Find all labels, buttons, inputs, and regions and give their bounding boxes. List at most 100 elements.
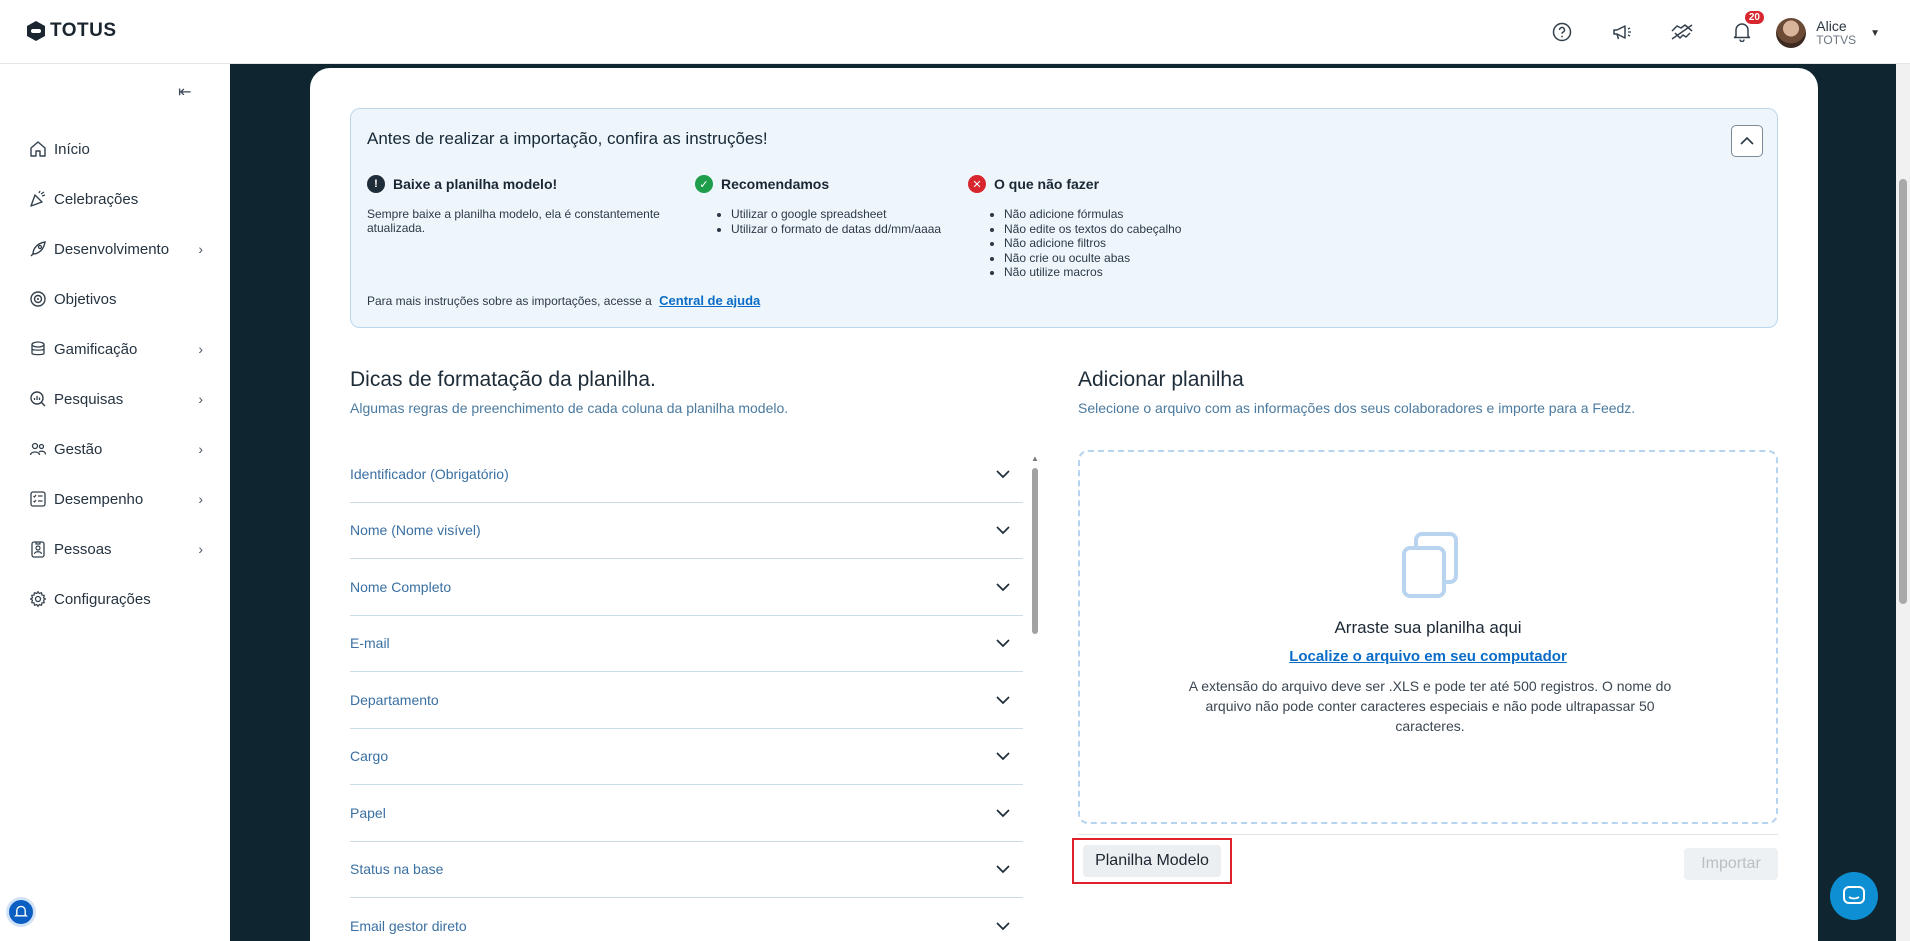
list-item: Não utilize macros [1004, 265, 1181, 280]
accordion-item[interactable]: Identificador (Obrigatório) [350, 446, 1023, 503]
accordion-label: Cargo [350, 748, 389, 765]
col-text: Sempre baixe a planilha modelo, ela é co… [367, 207, 660, 235]
exclamation-icon: ! [367, 175, 385, 193]
accordion-item[interactable]: Departamento [350, 672, 1023, 729]
sidebar-item-desempenho[interactable]: Desempenho › [28, 474, 203, 524]
rocket-icon [28, 239, 48, 259]
badge-icon [28, 539, 48, 559]
accordion-label: Identificador (Obrigatório) [350, 465, 509, 482]
accordion-item[interactable]: Cargo [350, 729, 1023, 785]
list-item: Utilizar o google spreadsheet [731, 207, 941, 222]
target-icon [28, 289, 48, 309]
avatar [1776, 18, 1807, 48]
logo[interactable]: TOTUS [26, 20, 117, 42]
sidebar-item-inicio[interactable]: Início [28, 124, 203, 174]
handshake-icon[interactable] [1670, 20, 1694, 44]
chevron-up-icon [1740, 136, 1754, 145]
accordion-item[interactable]: Status na base [350, 842, 1023, 898]
accordion-label: Nome (Nome visível) [350, 522, 481, 539]
file-dropzone[interactable]: Arraste sua planilha aqui Localize o arq… [1078, 450, 1778, 824]
sidebar: ⇤ Início Celebrações Desenvolvimento › O… [0, 64, 230, 941]
help-icon[interactable] [1550, 20, 1574, 44]
sidebar-item-label: Objetivos [54, 290, 117, 308]
chat-icon [1843, 886, 1865, 904]
gear-icon [28, 589, 48, 609]
sidebar-item-celebracoes[interactable]: Celebrações [28, 174, 203, 224]
upload-title: Adicionar planilha [1078, 368, 1244, 391]
notification-bubble-icon[interactable] [6, 897, 36, 927]
tips-title: Dicas de formatação da planilha. [350, 368, 656, 391]
import-button[interactable]: Importar [1684, 848, 1778, 880]
people-icon [28, 439, 48, 459]
col-title: O que não fazer [994, 176, 1100, 192]
list-item: Não edite os textos do cabeçalho [1004, 222, 1181, 237]
accordion-item[interactable]: E-mail [350, 616, 1023, 672]
collapse-instructions-button[interactable] [1731, 125, 1763, 157]
accordion-scrollbar[interactable]: ▲ [1030, 454, 1040, 941]
accordion-label: E-mail [350, 635, 390, 652]
chevron-right-icon: › [198, 241, 203, 257]
help-center-link[interactable]: Central de ajuda [659, 293, 760, 308]
chevron-down-icon [996, 470, 1010, 478]
import-card: Antes de realizar a importação, confira … [310, 68, 1818, 941]
accordion-label: Departamento [350, 691, 439, 708]
megaphone-icon[interactable] [1610, 20, 1634, 44]
chevron-right-icon: › [198, 341, 203, 357]
sidebar-item-label: Início [54, 140, 90, 158]
accordion-label: Papel [350, 804, 386, 821]
page-scrollbar[interactable] [1896, 64, 1910, 941]
top-header: TOTUS 20 Alice TOTVS ▼ [0, 0, 1910, 64]
sidebar-item-label: Gestão [54, 440, 103, 458]
chevron-right-icon: › [198, 541, 203, 557]
accordion-item[interactable]: Nome Completo [350, 559, 1023, 616]
caret-down-icon: ▼ [1870, 27, 1880, 39]
chevron-right-icon: › [198, 441, 203, 457]
list-item: Não adicione filtros [1004, 236, 1181, 251]
sidebar-item-label: Pesquisas [54, 390, 124, 408]
list-item: Não crie ou oculte abas [1004, 251, 1181, 266]
x-circle-icon: ✕ [968, 175, 986, 193]
sidebar-item-gestao[interactable]: Gestão › [28, 424, 203, 474]
accordion-item[interactable]: Email gestor direto [350, 898, 1023, 941]
chevron-down-icon [996, 865, 1010, 874]
sidebar-item-gamificacao[interactable]: Gamificação › [28, 324, 203, 374]
chevron-down-icon [996, 696, 1010, 704]
chevron-down-icon [996, 526, 1010, 535]
chevron-down-icon [996, 639, 1010, 648]
user-org: TOTVS [1816, 33, 1857, 47]
chat-button[interactable] [1830, 872, 1878, 920]
footer-text: Para mais instruções sobre as importaçõe… [367, 294, 652, 308]
checklist-icon [28, 489, 48, 509]
sidebar-item-label: Pessoas [54, 540, 112, 558]
accordion-label: Status na base [350, 861, 444, 878]
col-title: Recomendamos [721, 176, 830, 192]
sidebar-nav: Início Celebrações Desenvolvimento › Obj… [28, 124, 203, 624]
bell-icon[interactable]: 20 [1730, 11, 1764, 44]
sidebar-item-pesquisas[interactable]: Pesquisas › [28, 374, 203, 424]
instructions-col-dont: ✕ O que não fazer Não adicione fórmulas N… [968, 175, 1181, 280]
user-name: Alice [1816, 18, 1847, 34]
instructions-title: Antes de realizar a importação, confira … [367, 129, 768, 148]
tips-subtitle: Algumas regras de preenchimento de cada … [350, 400, 789, 416]
collapse-sidebar-icon[interactable]: ⇤ [178, 82, 191, 102]
chevron-down-icon [996, 809, 1010, 817]
sidebar-item-label: Configurações [54, 590, 151, 608]
sidebar-item-configuracoes[interactable]: Configurações [28, 574, 203, 624]
accordion-item[interactable]: Nome (Nome visível) [350, 503, 1023, 559]
browse-file-link[interactable]: Localize o arquivo em seu computador [1080, 648, 1776, 665]
upload-subtitle: Selecione o arquivo com as informações d… [1078, 400, 1636, 416]
chevron-right-icon: › [198, 491, 203, 507]
home-icon [28, 139, 48, 159]
sidebar-item-objetivos[interactable]: Objetivos [28, 274, 203, 324]
sidebar-item-pessoas[interactable]: Pessoas › [28, 524, 203, 574]
tips-accordion: Identificador (Obrigatório) Nome (Nome v… [350, 446, 1030, 941]
user-menu[interactable]: Alice TOTVS ▼ [1776, 18, 1880, 48]
download-model-button[interactable]: Planilha Modelo [1072, 838, 1232, 884]
copy-file-icon [1402, 532, 1458, 598]
check-icon: ✓ [695, 175, 713, 193]
sidebar-item-desenvolvimento[interactable]: Desenvolvimento › [28, 224, 203, 274]
search-chart-icon [28, 389, 48, 409]
instructions-col-recommend: ✓ Recomendamos Utilizar o google spreadsh… [695, 175, 941, 236]
sidebar-item-label: Gamificação [54, 340, 138, 358]
accordion-item[interactable]: Papel [350, 785, 1023, 842]
